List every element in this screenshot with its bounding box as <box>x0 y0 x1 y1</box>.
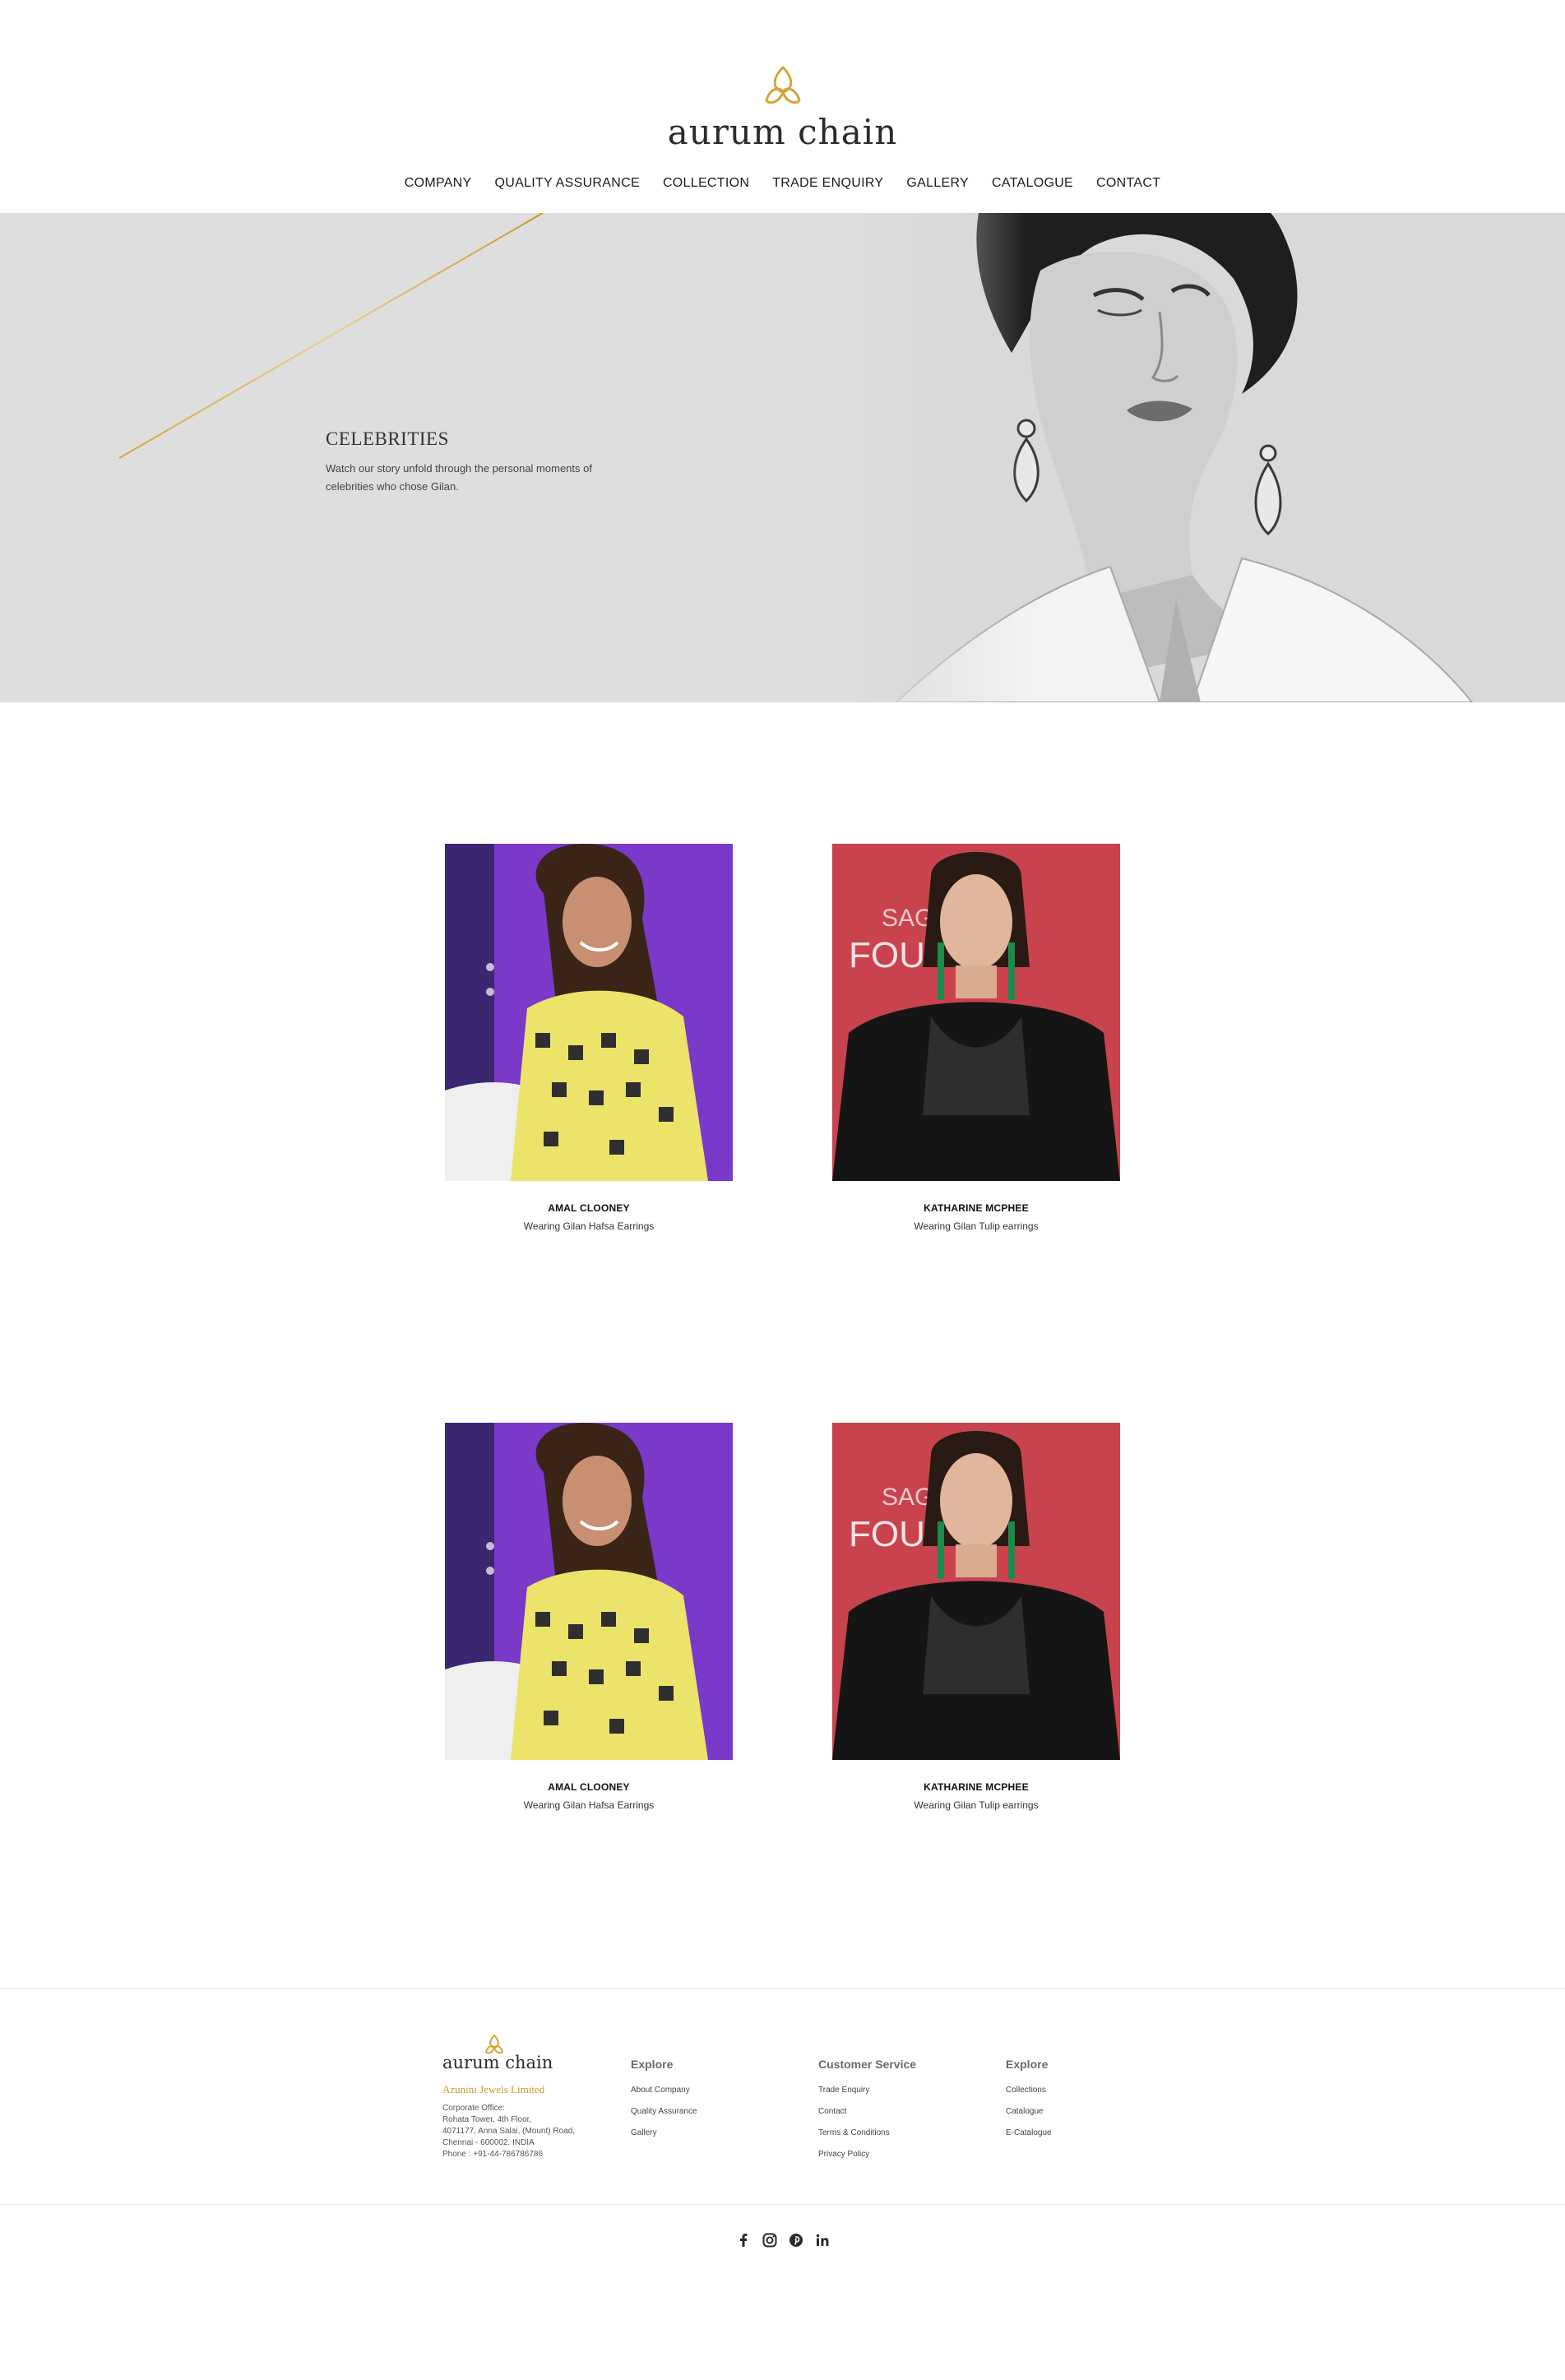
social-links <box>0 2232 1565 2248</box>
address-phone: Phone : +91-44-786786786 <box>442 2150 544 2159</box>
celebrity-photo-purple <box>445 1423 733 1760</box>
hero-banner: CELEBRITIES Watch our story unfold throu… <box>0 213 1565 702</box>
pinterest-icon[interactable] <box>788 2232 804 2248</box>
celebrity-caption: Wearing Gilan Tulip earrings <box>914 1220 1039 1232</box>
hero-model-portrait <box>847 213 1565 702</box>
nav-contact[interactable]: CONTACT <box>1096 176 1160 191</box>
footer-divider-bottom <box>0 2204 1565 2205</box>
address-line: Corporate Office: <box>442 2104 505 2113</box>
celebrity-name: KATHARINE MCPHEE <box>924 1202 1029 1214</box>
footer-divider-top <box>0 1988 1565 1989</box>
address-line: Rohata Tower, 4th Floor, <box>442 2115 532 2124</box>
footer-column-heading: Explore <box>1006 2058 1049 2071</box>
footer-column-heading: Explore <box>631 2058 674 2071</box>
celebrity-card[interactable]: FOUND SAG-A KATHARINE MCPHEE Wearing Gil… <box>832 844 1120 1232</box>
celebrity-caption: Wearing Gilan Tulip earrings <box>914 1799 1039 1811</box>
celebrity-caption: Wearing Gilan Hafsa Earrings <box>523 1799 655 1811</box>
main-nav: COMPANY QUALITY ASSURANCE COLLECTION TRA… <box>0 176 1565 191</box>
footer-link-gallery[interactable]: Gallery <box>631 2128 697 2137</box>
address-line: Chennai - 600002. INDIA <box>442 2138 535 2147</box>
footer-logo-text: aurum chain <box>442 2053 553 2072</box>
nav-trade-enquiry[interactable]: TRADE ENQUIRY <box>772 176 883 191</box>
footer-column-explore-2: Explore Collections Catalogue E-Catalogu… <box>1006 2058 1052 2150</box>
hero-title: CELEBRITIES <box>326 428 449 449</box>
footer-column-heading: Customer Service <box>818 2058 917 2071</box>
celebrity-caption: Wearing Gilan Hafsa Earrings <box>523 1220 655 1232</box>
site-logo[interactable]: aurum chain <box>0 64 1565 152</box>
celebrity-card[interactable]: AMAL CLOONEY Wearing Gilan Hafsa Earring… <box>445 1423 733 1811</box>
instagram-icon[interactable] <box>762 2232 778 2248</box>
address-line: 4071177, Anna Salai, (Mount) Road, <box>442 2127 576 2136</box>
celebrity-photo-red: FOUND SAG-A <box>832 1423 1120 1760</box>
linkedin-icon[interactable] <box>814 2232 831 2248</box>
footer-link-about-company[interactable]: About Company <box>631 2086 697 2095</box>
celebrity-name: AMAL CLOONEY <box>548 1781 630 1793</box>
footer-column-customer-service: Customer Service Trade Enquiry Contact T… <box>818 2058 916 2171</box>
footer-link-terms[interactable]: Terms & Conditions <box>818 2128 916 2137</box>
footer-link-quality-assurance[interactable]: Quality Assurance <box>631 2107 697 2116</box>
trinity-knot-logo-icon <box>764 65 801 104</box>
nav-catalogue[interactable]: CATALOGUE <box>992 176 1073 191</box>
footer-address: Corporate Office: Rohata Tower, 4th Floo… <box>442 2103 575 2160</box>
nav-gallery[interactable]: GALLERY <box>906 176 969 191</box>
celebrity-photo-red: FOUND SAG-A <box>832 844 1120 1181</box>
footer-column-explore: Explore About Company Quality Assurance … <box>631 2058 697 2150</box>
footer-link-catalogue[interactable]: Catalogue <box>1006 2107 1052 2116</box>
celebrity-name: AMAL CLOONEY <box>548 1202 630 1214</box>
logo-text: aurum chain <box>667 112 898 152</box>
celebrity-card[interactable]: AMAL CLOONEY Wearing Gilan Hafsa Earring… <box>445 844 733 1232</box>
nav-quality-assurance[interactable]: QUALITY ASSURANCE <box>495 176 640 191</box>
footer-link-contact[interactable]: Contact <box>818 2107 916 2116</box>
celebrity-name: KATHARINE MCPHEE <box>924 1781 1029 1793</box>
footer-company-name: Azunini Jewels Limited <box>442 2083 545 2095</box>
footer-link-e-catalogue[interactable]: E-Catalogue <box>1006 2128 1052 2137</box>
footer-link-collections[interactable]: Collections <box>1006 2086 1052 2095</box>
footer-link-trade-enquiry[interactable]: Trade Enquiry <box>818 2086 916 2095</box>
facebook-icon[interactable] <box>735 2232 752 2248</box>
celebrity-photo-purple <box>445 844 733 1181</box>
nav-collection[interactable]: COLLECTION <box>663 176 749 191</box>
footer-link-privacy[interactable]: Privacy Policy <box>818 2150 916 2159</box>
nav-company[interactable]: COMPANY <box>405 176 472 191</box>
hero-description: Watch our story unfold through the perso… <box>326 462 592 493</box>
celebrity-card[interactable]: FOUND SAG-A KATHARINE MCPHEE Wearing Gil… <box>832 1423 1120 1811</box>
